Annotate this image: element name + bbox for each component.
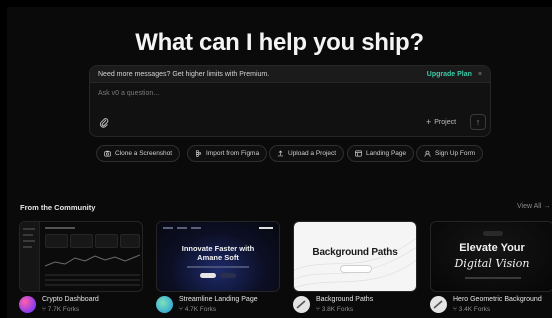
quick-action-label: Import from Figma (206, 150, 260, 157)
card-title[interactable]: Background Paths (316, 296, 373, 303)
user-plus-icon (424, 150, 431, 157)
card-meta-crypto-dashboard: Crypto Dashboard ⑂ 7.7K Forks (19, 295, 149, 318)
preview-stat-box (95, 234, 118, 248)
fork-count: ⑂ 3.4K Forks (453, 306, 491, 313)
fork-count-text: 7.7K Forks (47, 306, 80, 313)
preview-nav-line (23, 246, 32, 248)
preview-subtitle-line (187, 266, 249, 268)
plus-icon: + (426, 117, 432, 127)
preview-nav (163, 225, 273, 231)
prompt-box: Need more messages? Get higher limits wi… (89, 65, 491, 137)
preview-stat-box (70, 234, 93, 248)
preview-table-row (45, 284, 140, 286)
fork-count-text: 3.8K Forks (321, 306, 354, 313)
import-figma-button[interactable]: Import from Figma (187, 145, 268, 162)
card-meta-hero-geometric: Hero Geometric Background ⑂ 3.4K Forks (430, 295, 552, 318)
preview-title-line2: Digital Vision (454, 257, 530, 270)
view-all-link[interactable]: View All → (517, 203, 550, 210)
avatar (293, 296, 310, 313)
preview-subtitle-line (465, 277, 521, 279)
card-title[interactable]: Hero Geometric Background (453, 296, 542, 303)
preview-stat-box (45, 234, 68, 248)
premium-banner: Need more messages? Get higher limits wi… (90, 66, 490, 83)
avatar (156, 296, 173, 313)
fork-count-text: 4.7K Forks (184, 306, 217, 313)
preview-title-line1: Elevate Your (459, 242, 525, 254)
card-meta-background-paths: Background Paths ⑂ 3.8K Forks (293, 295, 423, 318)
preview-stat-box (120, 234, 140, 248)
arrow-up-icon: ↑ (475, 117, 481, 127)
banner-text: Need more messages? Get higher limits wi… (98, 70, 270, 78)
upload-project-button[interactable]: Upload a Project (269, 145, 345, 162)
fork-count: ⑂ 3.8K Forks (316, 306, 354, 313)
camera-icon (104, 150, 111, 157)
paperclip-icon[interactable] (99, 116, 109, 128)
quick-action-label: Sign Up Form (435, 150, 476, 157)
fork-count-text: 3.4K Forks (458, 306, 491, 313)
project-label: Project (434, 118, 457, 126)
quick-action-label: Landing Page (366, 150, 407, 157)
avatar (430, 296, 447, 313)
preview-nav-line (23, 240, 35, 242)
quick-action-label: Clone a Screenshot (115, 150, 173, 157)
community-card-background-paths[interactable]: Background Paths (293, 221, 417, 292)
community-heading: From the Community (20, 203, 96, 212)
fork-count: ⑂ 4.7K Forks (179, 306, 217, 313)
close-banner-button[interactable]: × (478, 71, 482, 78)
fork-count: ⑂ 7.7K Forks (42, 306, 80, 313)
community-card-streamline-landing-page[interactable]: Innovate Faster with Amane Soft (156, 221, 280, 292)
preview-sidebar (20, 222, 40, 291)
preview-heading-line (45, 227, 75, 229)
card-title[interactable]: Crypto Dashboard (42, 296, 99, 303)
community-card-hero-geometric[interactable]: Elevate Your Digital Vision (430, 221, 552, 292)
preview-table-row (45, 274, 140, 276)
preview-buttons (157, 273, 279, 278)
preview-nav-line (23, 228, 35, 230)
upgrade-plan-link[interactable]: Upgrade Plan (427, 71, 472, 78)
preview-cta-pill (340, 265, 372, 273)
send-button[interactable]: ↑ (470, 114, 486, 130)
page-title: What can I help you ship? (135, 29, 424, 56)
quick-action-label: Upload a Project (288, 150, 337, 157)
sign-up-form-button[interactable]: Sign Up Form (416, 145, 484, 162)
card-title[interactable]: Streamline Landing Page (179, 296, 258, 303)
project-button[interactable]: + Project (420, 114, 462, 130)
app-frame: What can I help you ship? Need more mess… (7, 7, 552, 318)
landing-page-button[interactable]: Landing Page (347, 145, 415, 162)
preview-title: Innovate Faster with Amane Soft (181, 244, 255, 262)
avatar (19, 296, 36, 313)
community-card-crypto-dashboard[interactable] (19, 221, 143, 292)
figma-icon (195, 150, 202, 157)
preview-tag (483, 231, 503, 236)
upload-icon (277, 150, 284, 157)
layout-icon (355, 150, 362, 157)
preview-title: Background Paths (312, 247, 398, 258)
preview-line-graph (45, 254, 140, 267)
preview-table-row (45, 279, 140, 281)
card-meta-streamline: Streamline Landing Page ⑂ 4.7K Forks (156, 295, 286, 318)
preview-nav-line (23, 234, 33, 236)
prompt-input[interactable]: Ask v0 a question... (98, 90, 159, 97)
clone-screenshot-button[interactable]: Clone a Screenshot (96, 145, 181, 162)
